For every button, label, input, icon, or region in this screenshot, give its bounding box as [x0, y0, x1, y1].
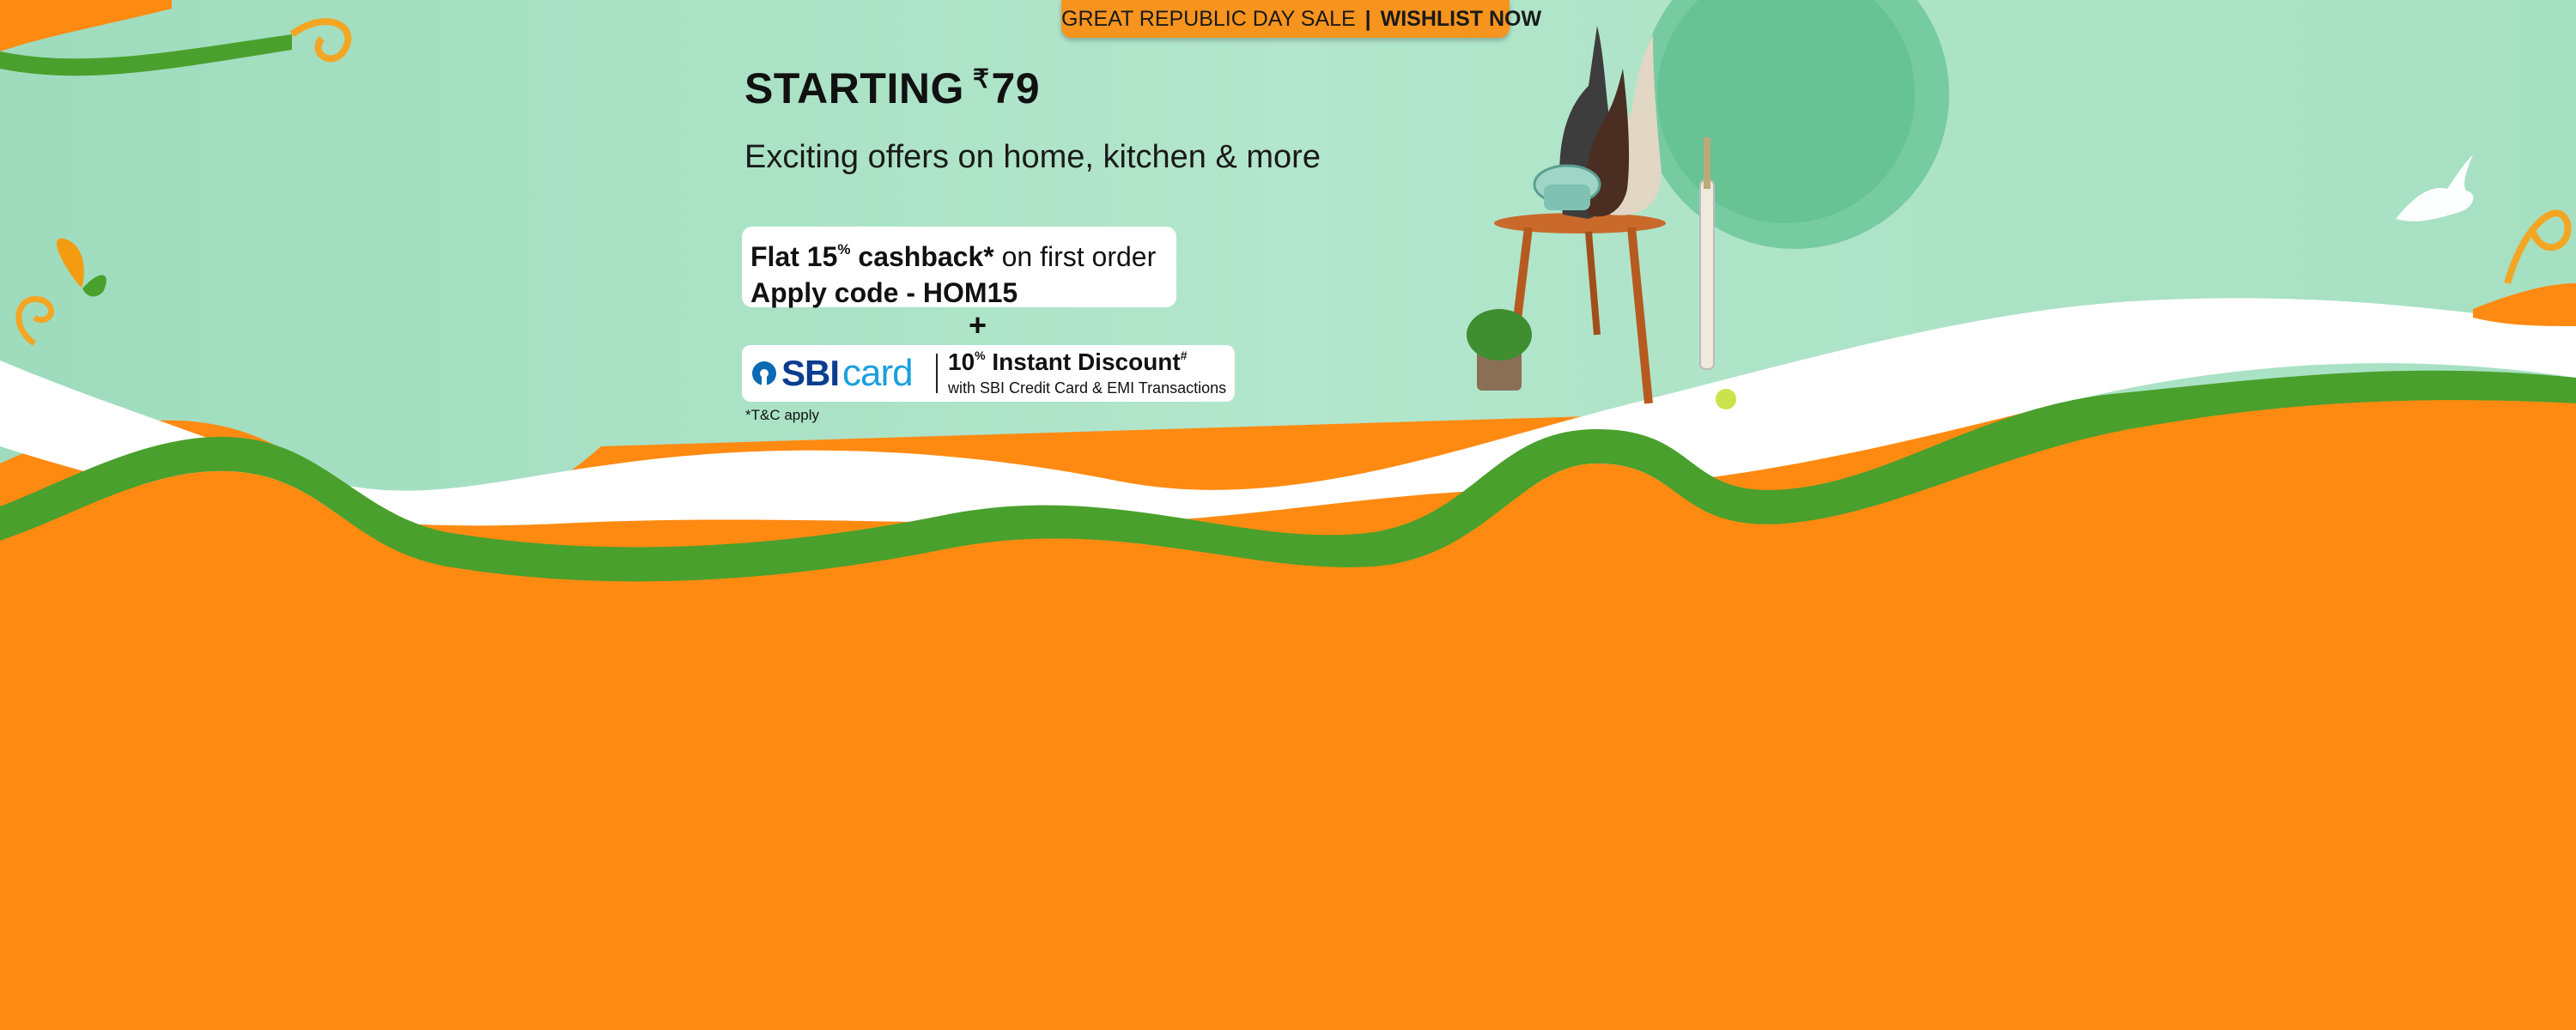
headline: STARTING ₹79: [744, 64, 1040, 113]
cashback-offer-card: Flat 15% cashback* on first order Apply …: [742, 227, 1176, 308]
rupee-symbol: ₹: [972, 65, 990, 94]
sale-label: GREAT REPUBLIC DAY SALE: [1061, 7, 1356, 31]
cashback-value: Flat 15: [750, 241, 838, 272]
promo-code-line: Apply code - HOM15: [750, 277, 1018, 308]
terms-note: *T&C apply: [745, 407, 819, 423]
divider: [936, 354, 938, 393]
product-illustration: [1467, 26, 1736, 409]
wishlist-now-label: WISHLIST NOW: [1380, 7, 1542, 31]
separator: |: [1364, 7, 1371, 31]
discount-mark: #: [1180, 348, 1188, 362]
discount-label: Instant Discount: [985, 348, 1181, 375]
cashback-word: cashback*: [850, 241, 994, 272]
bank-offer-card: SBI card 10% Instant Discount# with SBI …: [742, 345, 1235, 402]
sbi-logo-icon: SBI card: [752, 352, 914, 394]
headline-price: 79: [991, 64, 1041, 112]
republic-day-banner[interactable]: GREAT REPUBLIC DAY SALE | WISHLIST NOW S…: [0, 0, 2576, 1030]
headline-prefix: STARTING: [744, 64, 964, 112]
plus-sign: +: [969, 307, 987, 342]
cashback-percent: %: [837, 241, 851, 258]
sbi-logo-text: SBI: [781, 353, 840, 393]
subheadline: Exciting offers on home, kitchen & more: [744, 139, 1321, 175]
discount-percent: %: [975, 348, 986, 362]
card-logo-text: card: [842, 352, 914, 394]
discount-subtext: with SBI Credit Card & EMI Transactions: [948, 379, 1227, 397]
wishlist-now-link[interactable]: GREAT REPUBLIC DAY SALE | WISHLIST NOW: [1061, 0, 1541, 38]
cashback-rest: on first order: [993, 241, 1157, 272]
discount-value: 10: [948, 348, 975, 375]
sbi-disc-icon: [752, 361, 776, 385]
cashback-line: Flat 15% cashback* on first order: [750, 232, 1168, 275]
instant-discount: 10% Instant Discount#: [948, 348, 1188, 376]
